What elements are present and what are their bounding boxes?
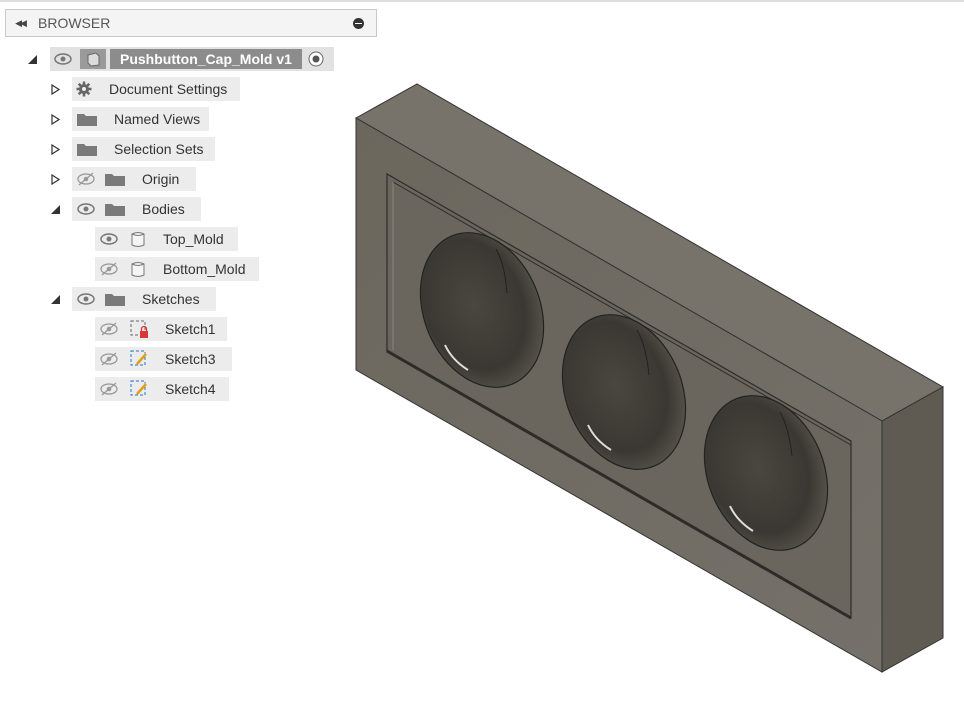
tree-root-item[interactable]: Pushbutton_Cap_Mold v1 bbox=[50, 47, 334, 71]
collapsed-triangle-icon[interactable] bbox=[49, 113, 61, 125]
eye-hidden-icon[interactable] bbox=[99, 262, 119, 276]
browser-panel-header[interactable]: ◀◀ BROWSER bbox=[5, 9, 377, 37]
tree-item-label: Sketch1 bbox=[165, 321, 216, 337]
tree-item-label: Bodies bbox=[142, 201, 185, 217]
body-icon bbox=[129, 260, 147, 278]
eye-hidden-icon[interactable] bbox=[99, 352, 119, 366]
sketch-icon bbox=[129, 349, 149, 369]
collapsed-triangle-icon[interactable] bbox=[49, 143, 61, 155]
browser-title: BROWSER bbox=[38, 15, 111, 31]
expanded-triangle-icon[interactable] bbox=[49, 203, 61, 215]
sketch-icon bbox=[129, 379, 149, 399]
eye-hidden-icon[interactable] bbox=[76, 172, 96, 186]
tree-item-sketch1[interactable]: Sketch1 bbox=[95, 317, 227, 341]
gear-icon bbox=[76, 81, 92, 97]
activate-radio-icon[interactable] bbox=[308, 51, 324, 67]
folder-icon bbox=[104, 171, 126, 187]
tree-item-named-views[interactable]: Named Views bbox=[72, 107, 209, 131]
tree-item-sketch4[interactable]: Sketch4 bbox=[95, 377, 229, 401]
tree-root-label: Pushbutton_Cap_Mold v1 bbox=[110, 49, 302, 69]
tree-item-sketch3[interactable]: Sketch3 bbox=[95, 347, 232, 371]
tree-item-label: Bottom_Mold bbox=[163, 261, 246, 277]
tree-item-sketches[interactable]: Sketches bbox=[72, 287, 216, 311]
tree-item-document-settings[interactable]: Document Settings bbox=[72, 77, 240, 101]
expanded-triangle-icon[interactable] bbox=[26, 53, 38, 65]
tree-item-label: Sketches bbox=[142, 291, 200, 307]
folder-icon bbox=[76, 111, 98, 127]
tree-item-top-mold[interactable]: Top_Mold bbox=[95, 227, 238, 251]
tree-item-label: Document Settings bbox=[109, 81, 228, 97]
tree-item-label: Named Views bbox=[114, 111, 201, 127]
tree-item-label: Sketch3 bbox=[165, 351, 216, 367]
minimize-icon[interactable] bbox=[353, 17, 364, 29]
sketch-locked-icon bbox=[129, 319, 149, 339]
tree-item-label: Sketch4 bbox=[165, 381, 216, 397]
eye-hidden-icon[interactable] bbox=[99, 322, 119, 336]
component-icon bbox=[80, 49, 106, 69]
collapse-panel-icon[interactable]: ◀◀ bbox=[8, 18, 32, 29]
collapsed-triangle-icon[interactable] bbox=[49, 173, 61, 185]
folder-icon bbox=[104, 291, 126, 307]
eye-icon[interactable] bbox=[76, 292, 96, 306]
tree-item-label: Selection Sets bbox=[114, 141, 204, 157]
folder-icon bbox=[104, 201, 126, 217]
eye-icon[interactable] bbox=[76, 202, 96, 216]
eye-icon[interactable] bbox=[99, 232, 119, 246]
collapsed-triangle-icon[interactable] bbox=[49, 83, 61, 95]
body-icon bbox=[129, 230, 147, 248]
tree-item-origin[interactable]: Origin bbox=[72, 167, 196, 191]
tree-item-bodies[interactable]: Bodies bbox=[72, 197, 201, 221]
folder-icon bbox=[76, 141, 98, 157]
eye-icon[interactable] bbox=[54, 53, 72, 65]
top-divider bbox=[0, 0, 964, 2]
mold-3d-model[interactable] bbox=[340, 70, 964, 690]
tree-item-bottom-mold[interactable]: Bottom_Mold bbox=[95, 257, 259, 281]
eye-hidden-icon[interactable] bbox=[99, 382, 119, 396]
tree-item-selection-sets[interactable]: Selection Sets bbox=[72, 137, 215, 161]
tree-item-label: Origin bbox=[142, 171, 180, 187]
expanded-triangle-icon[interactable] bbox=[49, 293, 61, 305]
tree-item-label: Top_Mold bbox=[163, 231, 224, 247]
